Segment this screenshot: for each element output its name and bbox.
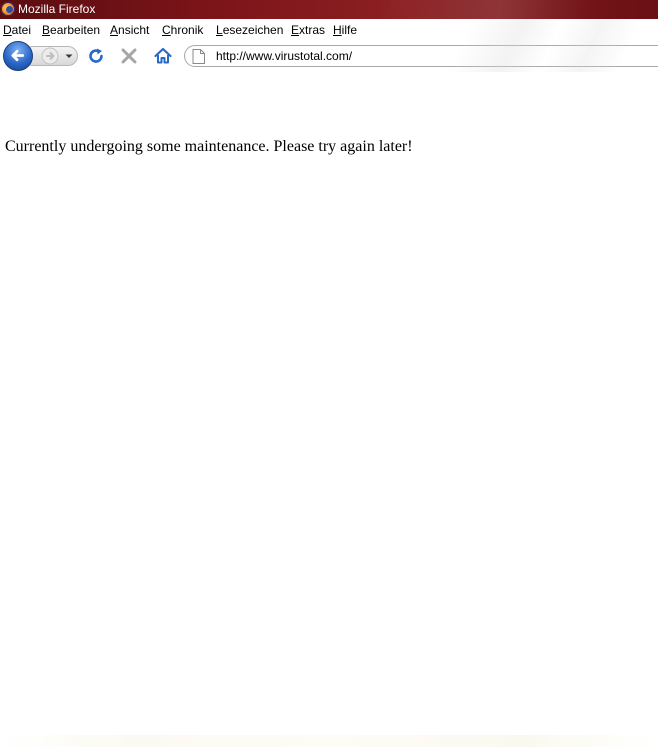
firefox-logo-icon[interactable]	[1, 2, 15, 16]
blank-page-icon	[192, 49, 205, 64]
home-icon[interactable]	[153, 46, 173, 66]
menu-item-extras[interactable]: Extras	[291, 23, 325, 37]
menu-bar: Datei Bearbeiten Ansicht Chronik Lesezei…	[0, 19, 658, 40]
url-text: http://www.virustotal.com/	[216, 49, 353, 63]
title-bar[interactable]: Mozilla Firefox	[0, 0, 658, 19]
menu-item-bearbeiten[interactable]: Bearbeiten	[42, 23, 100, 37]
menu-item-chronik[interactable]: Chronik	[162, 23, 203, 37]
menu-item-datei[interactable]: Datei	[3, 23, 31, 37]
browser-window: Mozilla Firefox Datei Bearbeiten Ansicht…	[0, 0, 658, 747]
navigation-toolbar: http://www.virustotal.com/	[0, 40, 658, 72]
forward-arrow-icon[interactable]	[41, 47, 59, 65]
menu-item-lesezeichen[interactable]: Lesezeichen	[216, 23, 283, 37]
url-bar[interactable]: http://www.virustotal.com/	[184, 45, 658, 67]
menu-item-ansicht[interactable]: Ansicht	[110, 23, 149, 37]
firefox-globe-icon	[6, 6, 13, 13]
chevron-down-icon[interactable]	[64, 51, 74, 61]
title-bar-sheen	[380, 0, 658, 19]
menu-item-hilfe[interactable]: Hilfe	[333, 23, 357, 37]
maintenance-message: Currently undergoing some maintenance. P…	[5, 138, 413, 155]
page-content: Currently undergoing some maintenance. P…	[0, 72, 658, 747]
back-arrow-icon	[11, 49, 25, 62]
status-bar-edge	[0, 735, 658, 747]
back-button[interactable]	[3, 41, 33, 71]
reload-icon[interactable]	[86, 46, 106, 66]
window-title: Mozilla Firefox	[18, 2, 96, 16]
stop-icon[interactable]	[119, 46, 139, 66]
back-forward-group	[3, 41, 78, 71]
